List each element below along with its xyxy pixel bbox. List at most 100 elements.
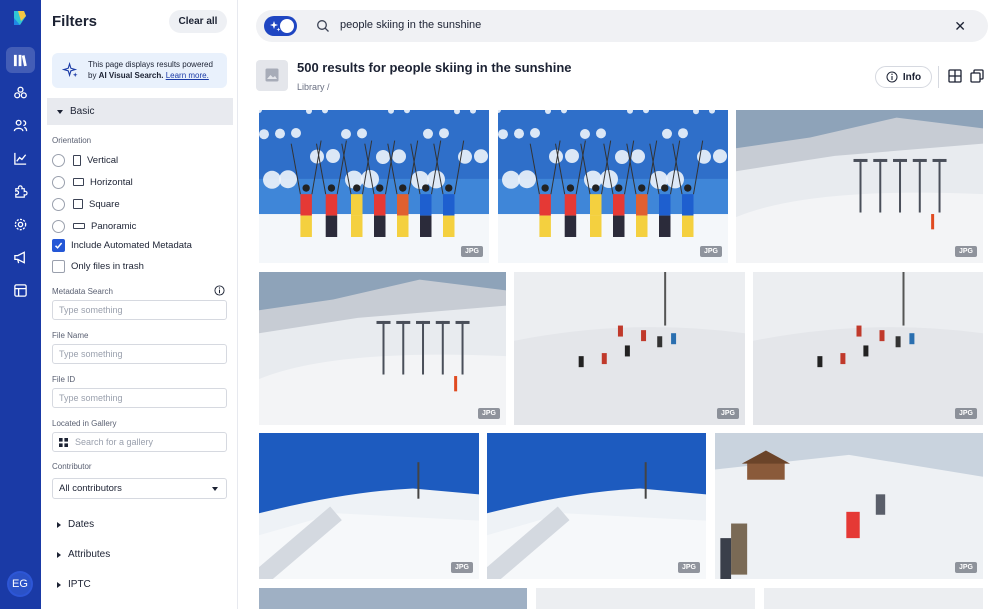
orientation-vertical-label: Vertical	[87, 154, 119, 166]
section-basic-label: Basic	[70, 106, 95, 117]
horizontal-shape-icon	[73, 178, 84, 186]
file-id-input[interactable]: Type something	[52, 388, 227, 408]
file-type-badge: JPG	[450, 562, 473, 573]
chevron-down-icon	[212, 487, 218, 491]
result-image	[736, 110, 983, 263]
results-title: 500 results for people skiing in the sun…	[297, 60, 572, 75]
result-tile-partial[interactable]	[764, 588, 983, 609]
result-tile[interactable]: JPG	[259, 272, 506, 425]
result-image	[715, 433, 983, 579]
radio-square[interactable]	[52, 197, 65, 211]
rail-users-button[interactable]	[6, 112, 35, 138]
select-multiple-icon[interactable]	[970, 69, 984, 83]
contributor-label: Contributor	[52, 462, 92, 471]
caret-down-icon	[57, 109, 63, 114]
file-type-badge: JPG	[699, 246, 722, 257]
panoramic-shape-icon	[73, 223, 85, 229]
learn-more-link[interactable]: Learn more.	[166, 71, 209, 80]
section-iptc-toggle[interactable]: IPTC	[47, 571, 233, 598]
rail-integrations-button[interactable]	[6, 178, 35, 204]
rail-collections-button[interactable]	[6, 79, 35, 105]
result-tile[interactable]: JPG	[736, 110, 983, 263]
orientation-square-option[interactable]: Square	[52, 196, 120, 212]
section-dates-toggle[interactable]: Dates	[47, 511, 233, 538]
orientation-panoramic-label: Panoramic	[91, 220, 137, 232]
include-auto-metadata-option[interactable]: Include Automated Metadata	[52, 237, 192, 253]
info-circle-icon[interactable]	[214, 285, 225, 296]
section-basic-toggle[interactable]: Basic	[47, 98, 233, 125]
result-tile[interactable]: JPG	[753, 272, 983, 425]
section-dates-label: Dates	[68, 519, 95, 530]
result-tile-partial[interactable]	[536, 588, 755, 609]
info-button-label: Info	[902, 71, 922, 83]
rail-analytics-button[interactable]	[6, 145, 35, 171]
result-tile[interactable]: JPG	[715, 433, 983, 579]
file-type-badge: JPG	[954, 408, 977, 419]
result-image	[259, 272, 506, 425]
orientation-horizontal-option[interactable]: Horizontal	[52, 174, 133, 190]
section-attributes-toggle[interactable]: Attributes	[47, 541, 233, 568]
file-type-badge: JPG	[954, 246, 977, 257]
clear-all-button[interactable]: Clear all	[169, 10, 227, 33]
result-tile[interactable]: JPG	[487, 433, 706, 579]
clear-search-icon[interactable]: ✕	[954, 18, 966, 35]
gallery-search-input[interactable]: Search for a gallery	[52, 432, 227, 452]
orientation-vertical-option[interactable]: Vertical	[52, 152, 118, 168]
orientation-panoramic-option[interactable]: Panoramic	[52, 218, 136, 234]
section-iptc-label: IPTC	[68, 579, 91, 590]
metadata-search-label: Metadata Search	[52, 287, 113, 296]
include-auto-metadata-checkbox[interactable]	[52, 238, 65, 252]
toolbar-divider	[938, 66, 939, 88]
rail-settings-button[interactable]	[6, 211, 35, 237]
file-name-input[interactable]: Type something	[52, 344, 227, 364]
settings-icon	[14, 218, 27, 230]
radio-horizontal[interactable]	[52, 175, 65, 189]
radio-vertical[interactable]	[52, 153, 65, 167]
search-input[interactable]: people skiing in the sunshine	[340, 19, 481, 31]
file-type-badge: JPG	[677, 562, 700, 573]
result-image	[514, 272, 745, 425]
layout-grid-icon[interactable]	[948, 69, 962, 83]
result-tile-partial[interactable]	[259, 588, 527, 609]
square-shape-icon	[73, 199, 83, 209]
icon-rail: EG	[0, 0, 41, 609]
file-type-badge: JPG	[716, 408, 739, 419]
filters-title: Filters	[52, 13, 98, 30]
result-tile[interactable]: JPG	[259, 110, 489, 263]
user-avatar[interactable]: EG	[7, 571, 33, 597]
layout-icon	[14, 283, 27, 297]
result-tile[interactable]: JPG	[498, 110, 728, 263]
collections-icon	[14, 86, 27, 98]
checkmark-icon	[54, 242, 63, 249]
results-thumbnail	[256, 60, 288, 91]
contributor-value: All contributors	[59, 483, 122, 494]
file-id-label: File ID	[52, 375, 76, 384]
rail-library-button[interactable]	[6, 47, 35, 73]
ai-search-toggle[interactable]	[264, 16, 297, 36]
breadcrumb[interactable]: Library /	[297, 82, 330, 92]
announcements-icon	[14, 250, 25, 264]
sparkle-icon	[62, 62, 78, 78]
rail-announcements-button[interactable]	[6, 244, 35, 270]
avatar-initials: EG	[9, 573, 31, 595]
only-trash-option[interactable]: Only files in trash	[52, 258, 144, 274]
section-attributes-label: Attributes	[68, 549, 111, 560]
ai-search-banner: This page displays results powered by AI…	[52, 53, 227, 88]
orientation-label: Orientation	[52, 136, 92, 145]
radio-panoramic[interactable]	[52, 219, 65, 233]
rail-layout-button[interactable]	[6, 277, 35, 303]
result-image	[487, 433, 706, 579]
metadata-search-input[interactable]: Type something	[52, 300, 227, 320]
only-trash-label: Only files in trash	[71, 260, 144, 272]
file-type-badge: JPG	[460, 246, 483, 257]
only-trash-checkbox[interactable]	[52, 259, 65, 273]
result-tile[interactable]: JPG	[259, 433, 479, 579]
gallery-label: Located in Gallery	[52, 419, 117, 428]
result-tile[interactable]: JPG	[514, 272, 745, 425]
image-icon	[265, 68, 279, 82]
contributor-select[interactable]: All contributors	[52, 478, 227, 499]
gallery-search-placeholder: Search for a gallery	[75, 437, 154, 447]
caret-right-icon	[57, 521, 61, 528]
app-logo-icon[interactable]	[10, 8, 30, 28]
info-button[interactable]: Info	[875, 66, 932, 88]
